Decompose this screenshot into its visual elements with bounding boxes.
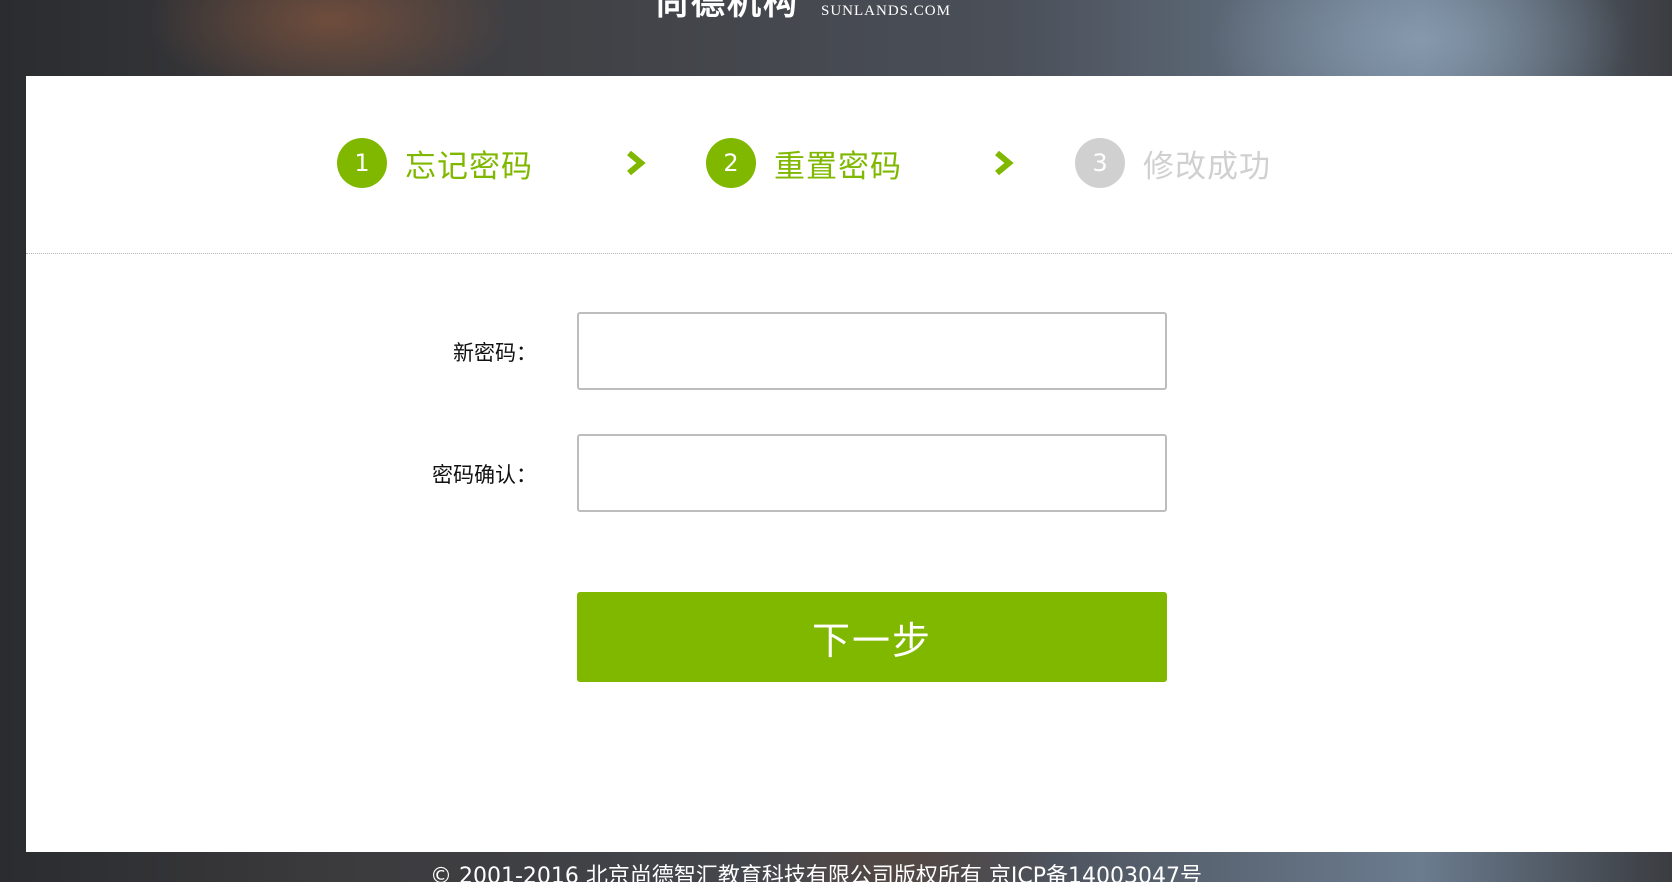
reset-password-panel: 1 忘记密码 2 重置密码 3 修改成功 新密码： 密码确认： 下一步 (26, 76, 1672, 852)
next-step-button[interactable]: 下一步 (577, 592, 1167, 682)
confirm-password-row: 密码确认： (26, 434, 1672, 516)
chevron-right-icon (995, 150, 1014, 176)
progress-steps: 1 忘记密码 2 重置密码 3 修改成功 (26, 136, 1672, 190)
new-password-label: 新密码： (453, 341, 537, 365)
logo-english-text: SUNLANDS.COM (821, 3, 951, 19)
footer-copyright: © 2001-2016 北京尚德智汇教育科技有限公司版权所有 京ICP备1400… (430, 864, 1202, 889)
step-change-success: 3 修改成功 (1075, 136, 1271, 190)
logo-chinese-text: 尚德机构 (655, 0, 799, 23)
chevron-right-icon (627, 150, 646, 176)
step-reset-password: 2 重置密码 (706, 136, 902, 190)
new-password-row: 新密码： (26, 312, 1672, 394)
step-number-3: 3 (1075, 138, 1125, 188)
new-password-input[interactable] (577, 312, 1167, 390)
confirm-password-input[interactable] (577, 434, 1167, 512)
step-number-1: 1 (337, 138, 387, 188)
step-label-reset-password: 重置密码 (774, 148, 902, 185)
confirm-password-label: 密码确认： (432, 463, 537, 487)
step-label-forgot-password: 忘记密码 (405, 148, 533, 185)
step-forgot-password: 1 忘记密码 (337, 136, 533, 190)
site-logo[interactable]: 尚德机构 SUNLANDS.COM (655, 0, 951, 20)
step-label-change-success: 修改成功 (1143, 148, 1271, 185)
step-number-2: 2 (706, 138, 756, 188)
divider (26, 253, 1672, 254)
